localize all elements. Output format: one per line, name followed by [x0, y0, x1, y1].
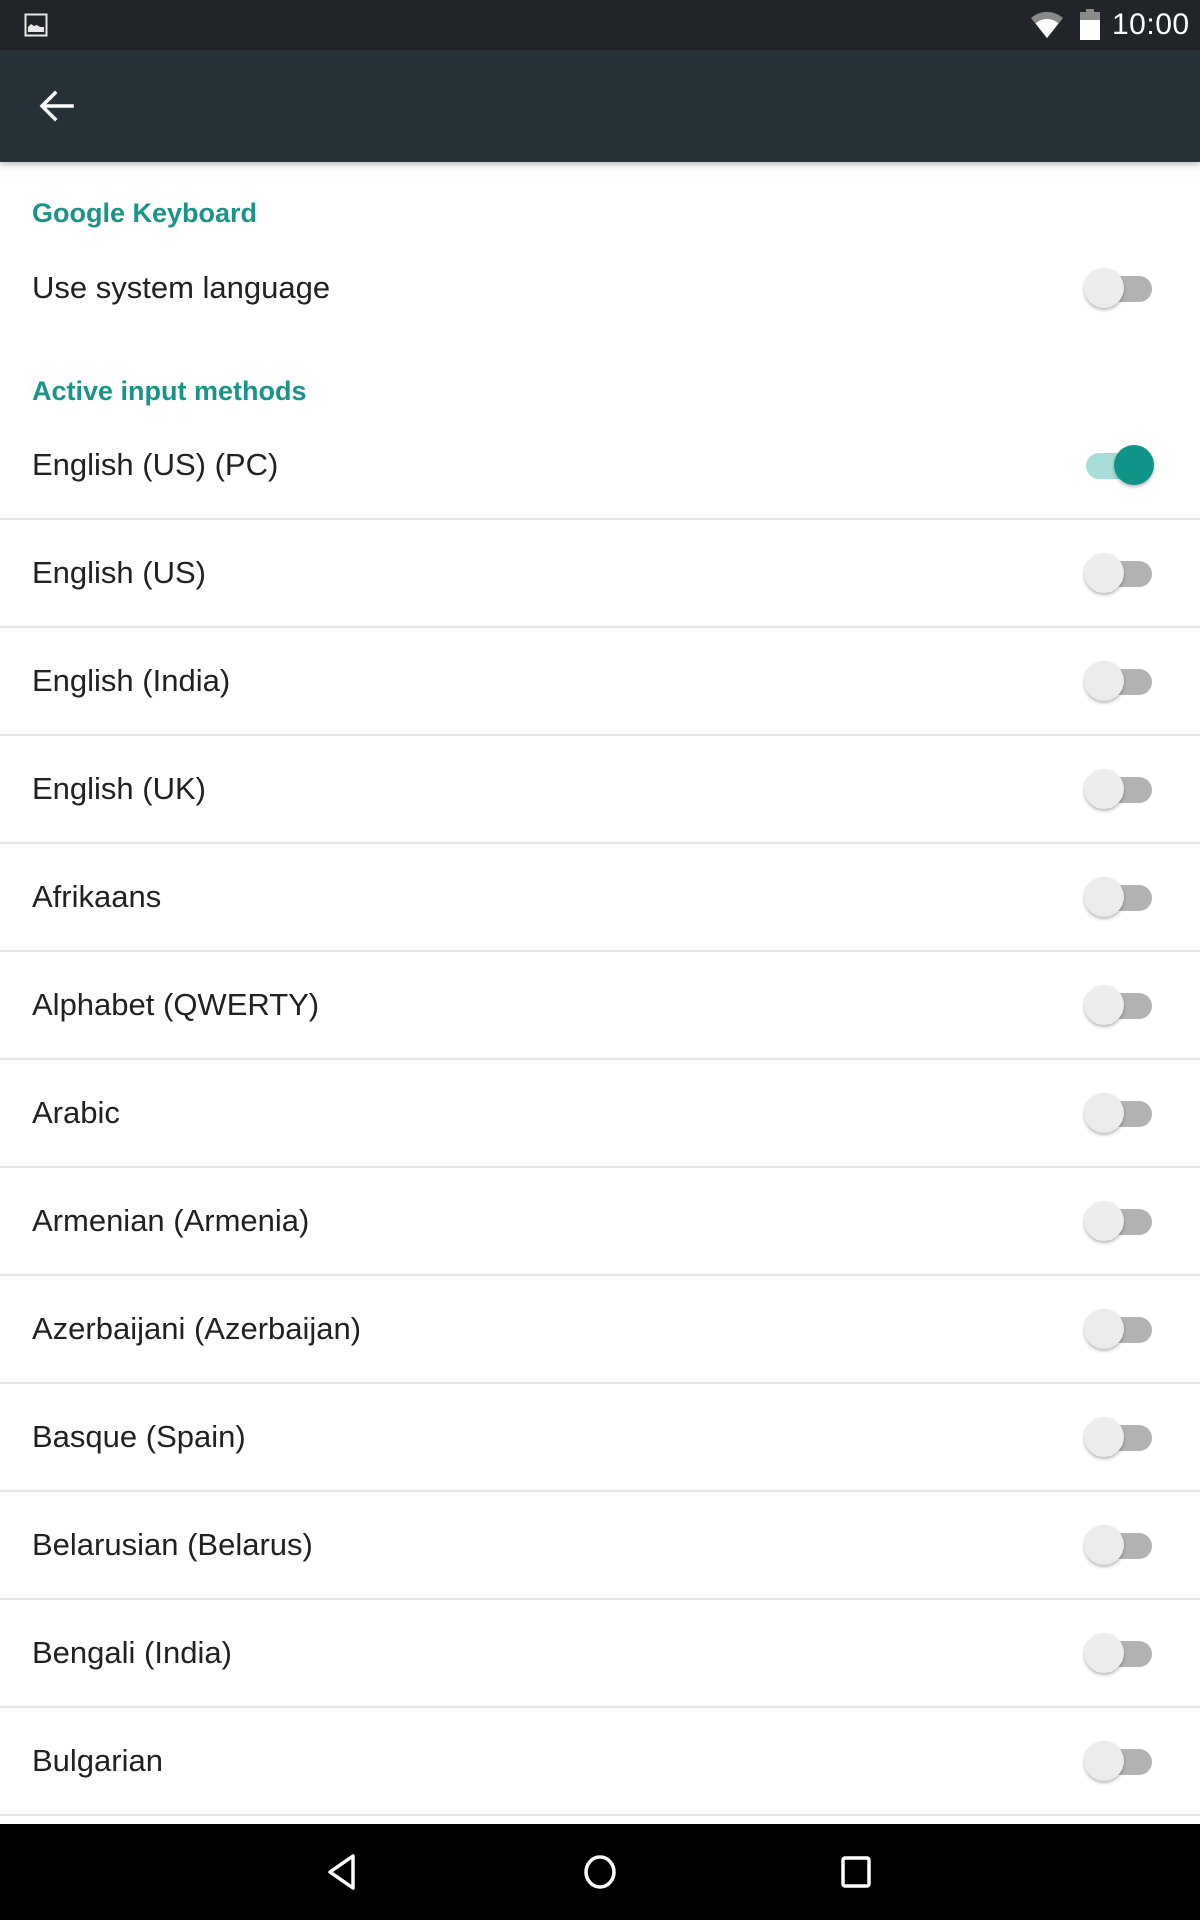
toggle-switch[interactable]	[1084, 985, 1154, 1025]
switch-thumb	[1084, 985, 1124, 1025]
input-method-row[interactable]: Basque (Spain)	[0, 1384, 1200, 1492]
category-google-keyboard: Google Keyboard	[32, 198, 258, 228]
nav-back-icon	[328, 1854, 355, 1890]
toggle-switch[interactable]	[1084, 1417, 1154, 1457]
switch-thumb	[1114, 445, 1154, 485]
toggle-switch[interactable]	[1084, 1201, 1154, 1241]
switch-thumb	[1084, 1201, 1124, 1241]
input-method-row[interactable]: English (US)	[0, 520, 1200, 628]
input-method-label: Bengali (India)	[32, 1635, 232, 1670]
input-method-row[interactable]: Afrikaans	[0, 844, 1200, 952]
navigation-bar	[0, 1824, 1200, 1920]
toggle-switch[interactable]	[1084, 877, 1154, 917]
input-method-row[interactable]: Bulgarian	[0, 1708, 1200, 1816]
settings-list: Google Keyboard Use system language Acti…	[0, 162, 1200, 1822]
input-method-label: English (UK)	[32, 771, 206, 806]
nav-recents-icon	[841, 1856, 871, 1888]
toggle-switch[interactable]	[1084, 445, 1154, 485]
switch-thumb	[1084, 877, 1124, 917]
switch-thumb	[1084, 1633, 1124, 1673]
input-method-row[interactable]: English (India)	[0, 628, 1200, 736]
switch-thumb	[1084, 1525, 1124, 1565]
input-method-label: English (US) (PC)	[32, 447, 279, 482]
category-active-input-methods: Active input methods	[32, 376, 307, 406]
nav-home-button[interactable]	[570, 1844, 630, 1900]
pref-use-system-language[interactable]: Use system language	[0, 234, 1200, 342]
input-method-row[interactable]: Alphabet (QWERTY)	[0, 952, 1200, 1060]
switch-thumb	[1084, 661, 1124, 701]
toggle-switch[interactable]	[1084, 1093, 1154, 1133]
input-method-label: Arabic	[32, 1095, 120, 1130]
input-method-label: Bulgarian	[32, 1743, 163, 1778]
input-method-row[interactable]: Azerbaijani (Azerbaijan)	[0, 1276, 1200, 1384]
input-method-label: Azerbaijani (Azerbaijan)	[32, 1311, 362, 1346]
status-time: 10:00	[1112, 8, 1190, 41]
switch-thumb	[1084, 1417, 1124, 1457]
toggle-switch[interactable]	[1084, 1525, 1154, 1565]
toggle-switch[interactable]	[1084, 553, 1154, 593]
input-method-row[interactable]: English (US) (PC)	[0, 412, 1200, 520]
toggle-switch[interactable]	[1084, 268, 1154, 308]
switch-thumb	[1084, 553, 1124, 593]
input-method-row[interactable]: Bengali (India)	[0, 1600, 1200, 1708]
toggle-switch[interactable]	[1084, 1633, 1154, 1673]
arrow-back-icon	[39, 90, 74, 122]
switch-thumb	[1084, 769, 1124, 809]
toggle-switch[interactable]	[1084, 1309, 1154, 1349]
app-bar	[0, 50, 1200, 162]
input-method-label: Armenian (Armenia)	[32, 1203, 310, 1238]
switch-thumb	[1084, 1093, 1124, 1133]
input-method-label: Afrikaans	[32, 879, 162, 914]
nav-home-icon	[584, 1855, 616, 1889]
input-method-label: English (US)	[32, 555, 206, 590]
pref-title: Use system language	[32, 270, 331, 305]
input-method-row[interactable]: English (UK)	[0, 736, 1200, 844]
switch-thumb	[1084, 1741, 1124, 1781]
input-method-label: English (India)	[32, 663, 231, 698]
back-button[interactable]	[24, 76, 88, 136]
nav-recents-button[interactable]	[826, 1844, 886, 1900]
toggle-switch[interactable]	[1084, 769, 1154, 809]
input-method-label: Basque (Spain)	[32, 1419, 246, 1454]
status-bar: 10:00	[0, 0, 1200, 50]
input-method-label: Alphabet (QWERTY)	[32, 987, 320, 1022]
toggle-switch[interactable]	[1084, 661, 1154, 701]
input-method-row[interactable]: Belarusian (Belarus)	[0, 1492, 1200, 1600]
input-method-row[interactable]: Armenian (Armenia)	[0, 1168, 1200, 1276]
toggle-switch[interactable]	[1084, 1741, 1154, 1781]
switch-thumb	[1084, 268, 1124, 308]
switch-thumb	[1084, 1309, 1124, 1349]
wifi-icon	[1031, 11, 1063, 39]
input-method-label: Belarusian (Belarus)	[32, 1527, 313, 1562]
image-notification-icon	[24, 13, 48, 37]
input-method-row[interactable]: Arabic	[0, 1060, 1200, 1168]
battery-icon	[1080, 9, 1100, 40]
nav-back-button[interactable]	[313, 1844, 373, 1900]
